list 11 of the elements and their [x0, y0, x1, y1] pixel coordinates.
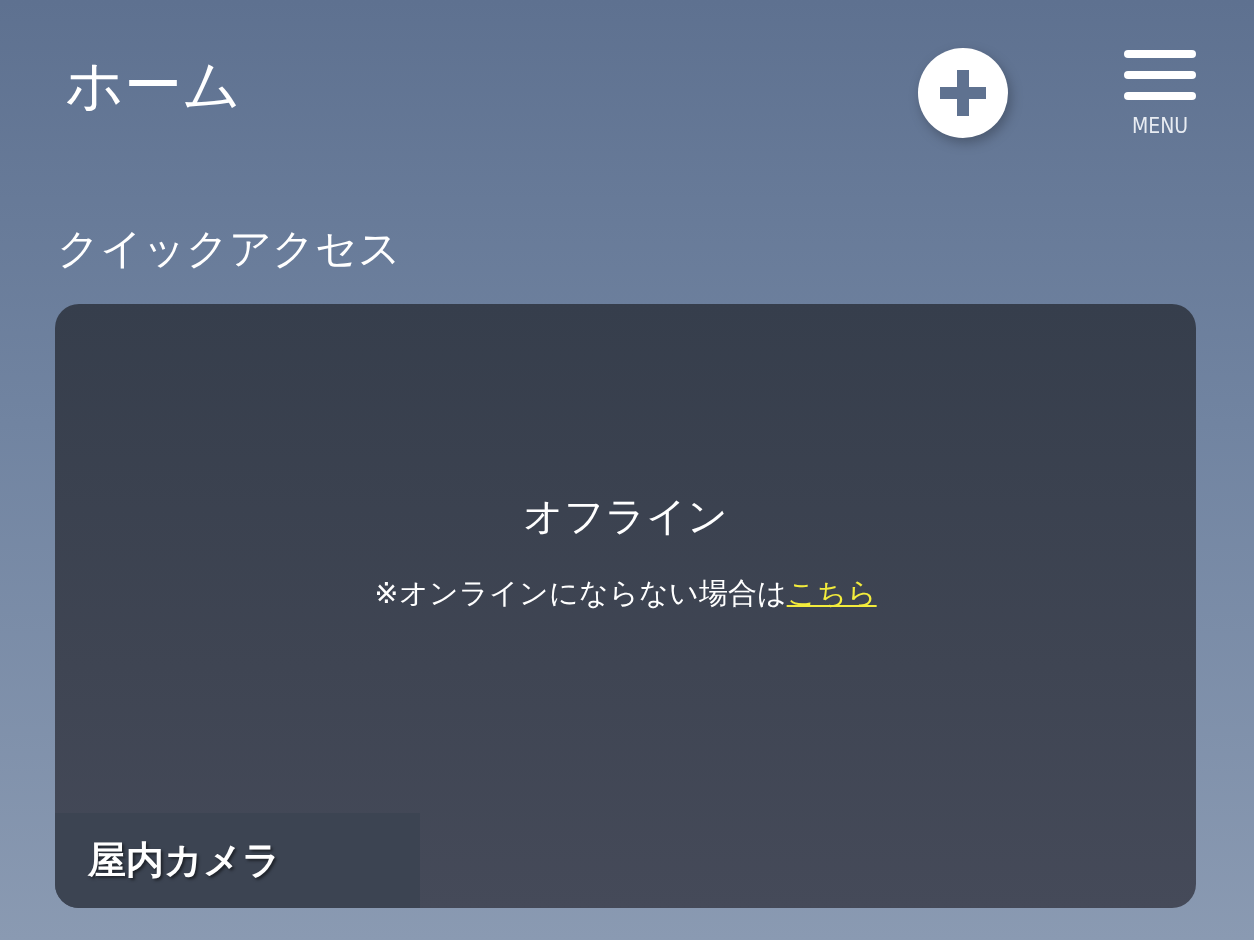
camera-card[interactable]: オフライン ※オンラインにならない場合は こちら 屋内カメラ [55, 304, 1196, 908]
camera-name: 屋内カメラ [55, 813, 420, 908]
offline-status: オフライン [523, 496, 728, 536]
help-link[interactable]: こちら [786, 576, 877, 610]
page-title: ホーム [65, 56, 241, 114]
menu-button[interactable]: MENU [1124, 50, 1196, 138]
menu-icon [1124, 50, 1196, 102]
section-title: クイックアクセス [57, 228, 402, 270]
offline-note: ※オンラインにならない場合は こちら [374, 576, 877, 611]
add-button[interactable] [918, 48, 1008, 138]
plus-icon [918, 48, 1008, 138]
